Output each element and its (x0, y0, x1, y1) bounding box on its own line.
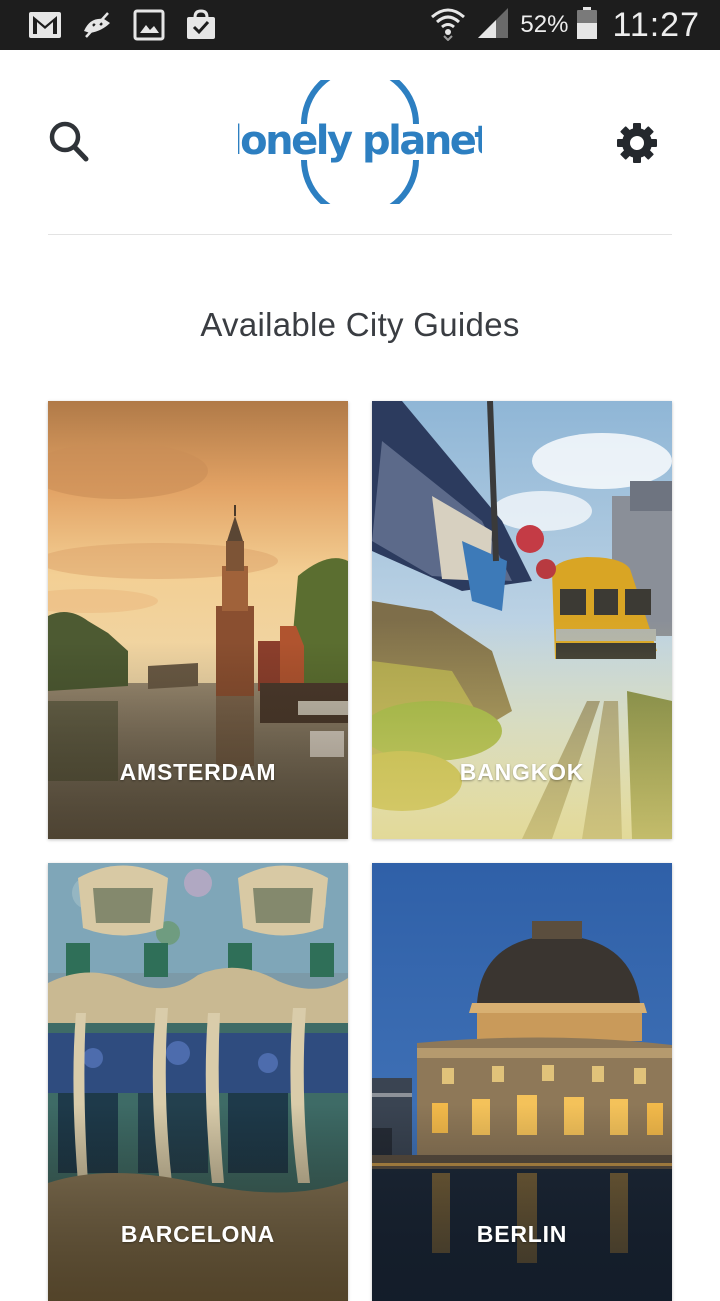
gmail-icon (28, 9, 62, 41)
battery-icon (576, 6, 598, 45)
city-label: AMSTERDAM (119, 759, 277, 785)
logo-text: lonely planet (238, 118, 482, 164)
android-debug-icon (80, 9, 114, 41)
city-card-barcelona[interactable]: BARCELONA (48, 863, 348, 1301)
battery-percent: 52% (520, 11, 569, 38)
search-icon[interactable] (48, 120, 90, 164)
city-card-bangkok[interactable]: BANGKOK (372, 401, 672, 839)
notification-icons (28, 9, 236, 41)
system-icons: 52% 11:27 (430, 0, 700, 50)
wifi-icon (430, 5, 466, 46)
city-card-berlin[interactable]: BERLIN (372, 863, 672, 1301)
city-label: BANGKOK (459, 759, 585, 785)
store-icon (184, 9, 218, 41)
app-header: lonely planet (48, 50, 672, 235)
gallery-icon (132, 9, 166, 41)
city-label: BERLIN (476, 1221, 568, 1247)
lonely-planet-logo: lonely planet (229, 65, 496, 219)
signal-icon (476, 6, 510, 45)
city-label: BARCELONA (120, 1221, 276, 1247)
city-card-amsterdam[interactable]: AMSTERDAM (48, 401, 348, 839)
settings-gear-icon[interactable] (616, 122, 658, 164)
clock: 11:27 (612, 5, 700, 44)
status-bar: 52% 11:27 (0, 0, 720, 50)
page-title: Available City Guides (200, 306, 520, 343)
